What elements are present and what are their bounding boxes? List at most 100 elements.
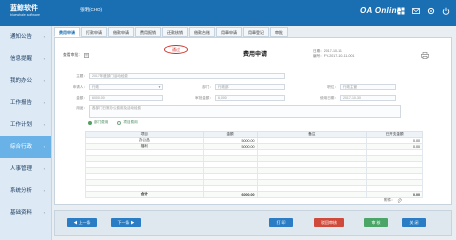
use-date-input[interactable]: 2017-10-30	[340, 95, 396, 101]
usage-label: 用途：	[76, 106, 87, 110]
role-field: 职位： 行政主管	[327, 84, 396, 90]
top-icon-group	[397, 7, 450, 15]
use-date-label: 使用日期：	[320, 96, 338, 100]
sidebar-item-label: 基础资料	[10, 210, 33, 216]
radio-dot	[117, 120, 122, 125]
paperclip-icon[interactable]	[397, 198, 402, 203]
approved-amount-input[interactable]: 6,000	[215, 95, 285, 101]
amount-label: 金额：	[76, 96, 87, 100]
sidebar-item-label: 我的办公	[10, 78, 33, 84]
view-approval[interactable]: 查看审批：	[63, 53, 89, 58]
sidebar-item-work-plan[interactable]: 工作计划 ›	[0, 114, 51, 136]
expense-type-radios: 部门费用 项目费用	[88, 120, 138, 125]
prev-button[interactable]: ◀ 上一条	[67, 218, 97, 227]
dept-input[interactable]: 行政部	[215, 84, 285, 90]
role-input[interactable]: 行政主管	[340, 84, 396, 90]
attachment-label: 附件：	[384, 198, 395, 202]
settings-icon[interactable]	[427, 7, 435, 15]
user-name[interactable]: 张明(CHO)	[80, 7, 102, 13]
form-number: 编号：FY-2017-10-11-001	[313, 54, 355, 58]
tab-repayment[interactable]: 还款核销	[162, 27, 188, 37]
tab-approval[interactable]: 审批	[270, 27, 288, 37]
sidebar-item-label: 系统分析	[10, 188, 33, 194]
radio-label: 项目费用	[123, 120, 138, 124]
applicant-value: 行政	[92, 85, 99, 89]
total-spent: 0.00	[366, 191, 423, 198]
amount-input[interactable]: 6000.00	[89, 95, 163, 101]
applicant-select[interactable]: 行政 ▼	[89, 84, 163, 90]
chevron-right-icon: ›	[43, 100, 45, 105]
tab-loan-apply[interactable]: 借款申请	[108, 27, 134, 37]
role-label: 职位：	[327, 85, 338, 89]
print-label: 打 印	[276, 220, 286, 225]
chevron-right-icon: ›	[43, 166, 45, 171]
grid-icon[interactable]	[397, 7, 405, 15]
logo: 蓝鲸软件 bluewhale software	[10, 5, 42, 18]
tab-payment-apply[interactable]: 打款申请	[81, 27, 107, 37]
sidebar-item-label: 工作报告	[10, 100, 33, 106]
brand-title: OA Online	[360, 6, 402, 15]
sidebar-item-hr[interactable]: 人事管理 ›	[0, 158, 51, 180]
subject-field: 主题： 2017年度部门活动经费	[76, 73, 285, 79]
approval-label: 查看审批：	[63, 53, 82, 57]
tab-bar: 费用申请 打款申请 借款申请 费用报销 还款核销 借款台账 用章申请 用章登记 …	[54, 27, 452, 37]
document-icon[interactable]	[84, 53, 89, 58]
close-label: 关 闭	[409, 220, 419, 225]
total-label: 合计	[85, 191, 204, 198]
reject-button[interactable]: 驳回审核	[314, 218, 344, 227]
sidebar-item-admin[interactable]: 综合行政 ›	[0, 136, 51, 158]
chevron-right-icon: ›	[43, 122, 45, 127]
table-total-row: 合计 6000.00 0.00	[85, 191, 423, 198]
prev-label: 上一条	[78, 220, 91, 225]
power-icon[interactable]	[442, 7, 450, 15]
radio-dept-expense[interactable]: 部门费用	[88, 120, 108, 125]
tab-expense-apply[interactable]: 费用申请	[54, 27, 80, 37]
printer-icon[interactable]	[421, 52, 429, 59]
tab-expense-reimburse[interactable]: 费用报销	[135, 27, 161, 37]
top-bar: 蓝鲸软件 bluewhale software 张明(CHO) OA Onlin…	[0, 0, 456, 26]
total-remark	[256, 191, 368, 198]
form-meta: 日期：2017-10-11 编号：FY-2017-10-11-001	[313, 49, 355, 59]
applicant-label: 申请人：	[72, 85, 87, 89]
close-button[interactable]: 关 闭	[402, 218, 426, 227]
sidebar-item-label: 通知公告	[10, 34, 33, 40]
sidebar-item-notice[interactable]: 通知公告 ›	[0, 26, 51, 48]
applicant-field: 申请人： 行政 ▼	[73, 84, 163, 90]
mail-icon[interactable]	[412, 7, 420, 15]
usage-textarea[interactable]: 各部门日常办公费用及活动经费	[89, 105, 401, 118]
approve-label: 审 核	[371, 220, 381, 225]
radio-dot	[88, 120, 92, 125]
chevron-right-icon: ›	[43, 56, 45, 61]
chevron-right-icon: ›	[43, 144, 45, 149]
approved-amount-field: 审批金额： 6,000	[195, 95, 285, 101]
form-title: 费用申请	[242, 52, 267, 58]
chevron-right-icon: ›	[43, 78, 45, 83]
approve-button[interactable]: 审 核	[364, 218, 388, 227]
approved-amount-label: 审批金额：	[195, 96, 213, 100]
tab-seal-apply[interactable]: 用章申请	[216, 27, 242, 37]
reject-label: 驳回审核	[321, 220, 337, 225]
chevron-down-icon: ▼	[158, 85, 161, 89]
use-date-field: 使用日期： 2017-10-30	[320, 95, 396, 101]
next-label: 下一条	[117, 220, 130, 225]
footer-bar: ◀ 上一条 下一条 ▶ 打 印 驳回审核 审 核 关 闭	[54, 210, 452, 236]
sidebar-item-reminder[interactable]: 信息提醒 ›	[0, 48, 51, 70]
chevron-right-icon: ›	[43, 210, 45, 215]
sidebar-item-work-report[interactable]: 工作报告 ›	[0, 92, 51, 114]
dept-field: 部门： 行政部	[202, 84, 285, 90]
chevron-right-icon: ›	[43, 34, 45, 39]
sidebar-item-analysis[interactable]: 系统分析 ›	[0, 180, 51, 202]
sidebar-item-label: 工作计划	[10, 122, 33, 128]
tab-loan-ledger[interactable]: 借款台账	[189, 27, 215, 37]
radio-project-expense[interactable]: 项目费用	[117, 120, 138, 125]
attachment[interactable]: 附件：	[384, 198, 402, 203]
sidebar-item-basic-data[interactable]: 基础资料 ›	[0, 202, 51, 224]
sidebar-item-my-office[interactable]: 我的办公 ›	[0, 70, 51, 92]
amount-field: 金额： 6000.00	[76, 95, 163, 101]
usage-field: 用途： 各部门日常办公费用及活动经费	[76, 105, 401, 118]
subject-input[interactable]: 2017年度部门活动经费	[89, 73, 285, 79]
tab-seal-register[interactable]: 用章登记	[243, 27, 269, 37]
print-button[interactable]: 打 印	[269, 218, 293, 227]
expense-table: 项目 金额 备注 已开支金额 办公品 5000.00 0.00 福利 5000.00 0…	[85, 131, 423, 198]
next-button[interactable]: 下一条 ▶	[111, 218, 141, 227]
